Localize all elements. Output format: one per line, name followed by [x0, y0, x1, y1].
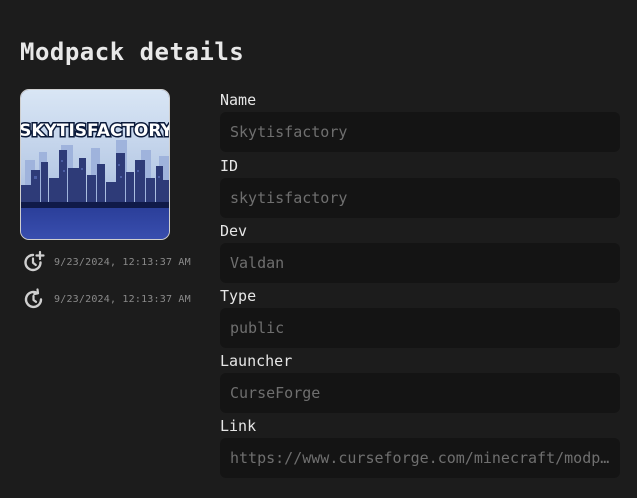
- updated-row: 9/23/2024, 12:13:37 AM: [22, 287, 191, 311]
- type-field[interactable]: public: [220, 308, 620, 348]
- name-value: Skytisfactory: [230, 123, 348, 141]
- dev-field[interactable]: Valdan: [220, 243, 620, 283]
- id-label: ID: [220, 157, 239, 175]
- updated-timestamp: 9/23/2024, 12:13:37 AM: [54, 293, 191, 305]
- clock-plus-icon: [22, 250, 46, 274]
- logo-text: SKYTISFACTORY: [21, 121, 170, 141]
- modpack-thumbnail: SKYTISFACTORY: [20, 89, 170, 240]
- type-label: Type: [220, 287, 257, 305]
- page-title: Modpack details: [20, 38, 245, 66]
- clock-refresh-icon: [22, 287, 46, 311]
- dev-value: Valdan: [230, 254, 285, 272]
- launcher-field[interactable]: CurseForge: [220, 373, 620, 413]
- name-label: Name: [220, 91, 257, 109]
- created-timestamp: 9/23/2024, 12:13:37 AM: [54, 256, 191, 268]
- name-field[interactable]: Skytisfactory: [220, 112, 620, 152]
- type-value: public: [230, 319, 285, 337]
- link-field[interactable]: https://www.curseforge.com/minecraft/mod…: [220, 438, 620, 478]
- dev-label: Dev: [220, 222, 248, 240]
- launcher-label: Launcher: [220, 352, 293, 370]
- link-label: Link: [220, 417, 257, 435]
- link-value: https://www.curseforge.com/minecraft/mod…: [230, 449, 610, 467]
- id-field[interactable]: skytisfactory: [220, 178, 620, 218]
- launcher-value: CurseForge: [230, 384, 321, 402]
- modpack-details-panel: Modpack details SKYTISFACTORY 9/23/2024,…: [0, 0, 637, 498]
- created-row: 9/23/2024, 12:13:37 AM: [22, 250, 191, 274]
- id-value: skytisfactory: [230, 189, 348, 207]
